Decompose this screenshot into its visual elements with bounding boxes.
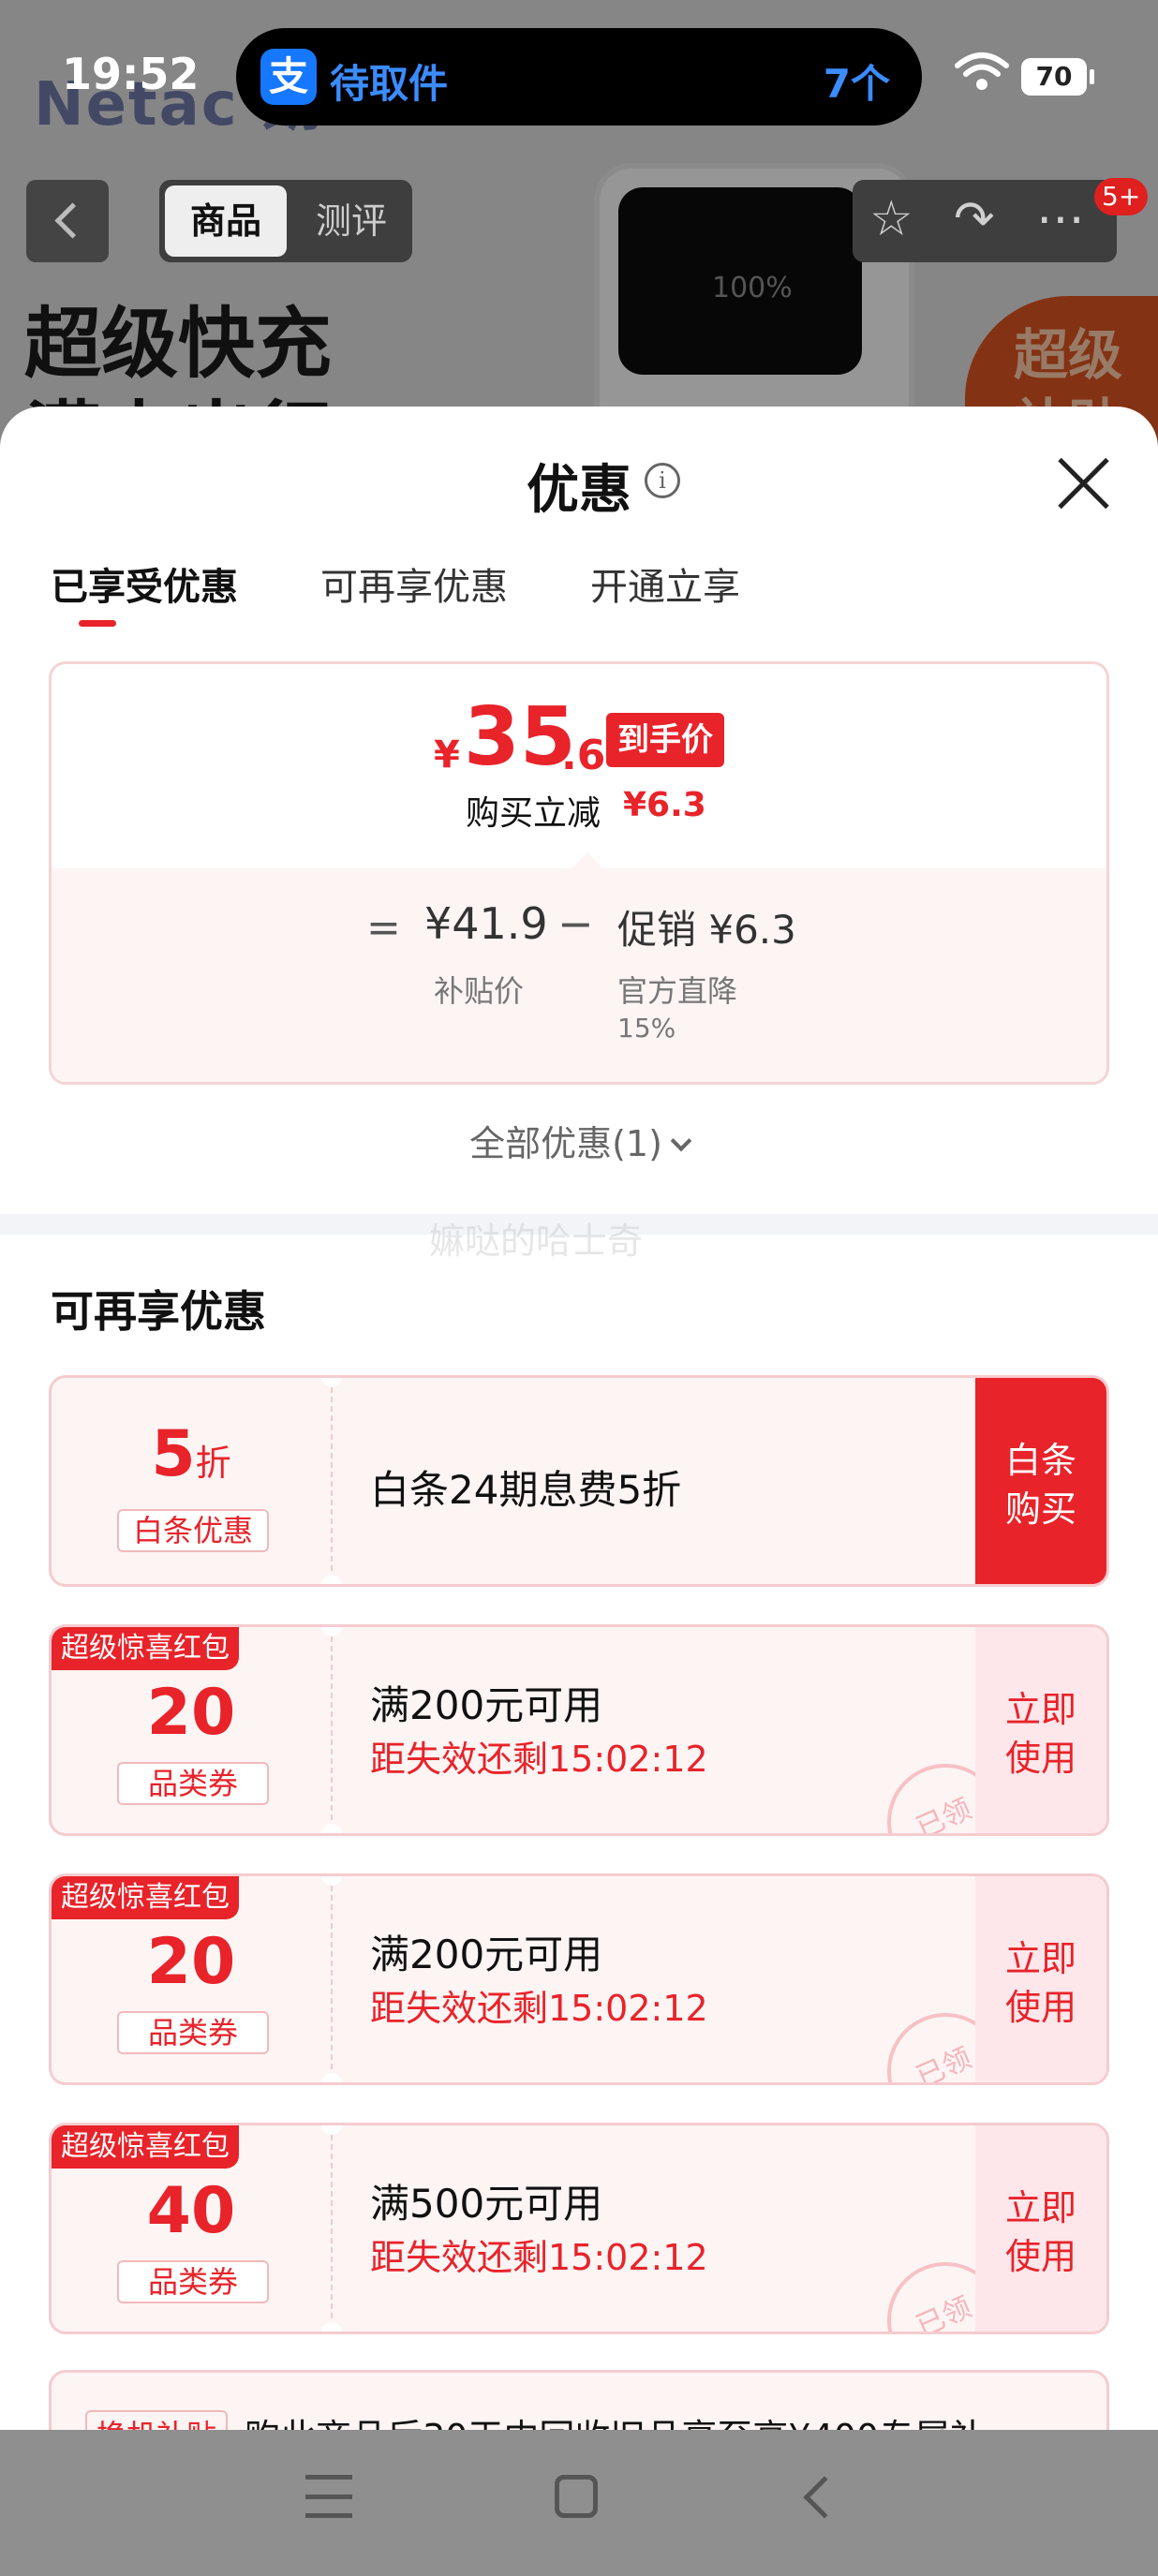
coupon-divider: [331, 1876, 333, 2082]
alipay-icon: 支: [260, 49, 317, 105]
island-count: 7个: [823, 61, 890, 107]
back-icon[interactable]: [803, 2476, 846, 2519]
dynamic-island[interactable]: 支 待取件 7个: [236, 28, 922, 126]
coupon-flag: 超级惊喜红包: [52, 1876, 239, 1919]
reduce-amount: ¥6.3: [623, 786, 706, 824]
coupon-timer: 距失效还剩15:02:12: [370, 2237, 708, 2278]
equals-sign: =: [366, 904, 401, 952]
price-currency: ¥: [434, 733, 460, 777]
share-icon[interactable]: ↷: [954, 191, 995, 247]
coupon-amount: 40: [146, 2174, 236, 2248]
close-icon[interactable]: [1055, 455, 1111, 511]
product-tabs[interactable]: 商品 测评: [159, 180, 412, 262]
coupon-notch: [321, 1627, 342, 1636]
baitiao-buy-button[interactable]: 白条购买: [975, 1378, 1106, 1584]
subsidy-price: ¥41.9: [424, 898, 548, 949]
coupon-card: 超级惊喜红包 20 品类券 满200元可用 距失效还剩15:02:12 已领 立…: [49, 1624, 1109, 1836]
battery-indicator: 70: [1021, 58, 1094, 96]
message-badge: 5+: [1094, 178, 1149, 215]
promo-percent: 15%: [617, 1013, 676, 1044]
coupon-divider: [331, 1627, 333, 1833]
coupon-timer: 距失效还剩15:02:12: [370, 1988, 708, 2029]
sheet-title: 优惠: [527, 460, 631, 521]
promo-amount: 促销 ¥6.3: [617, 907, 796, 953]
final-price-decimal: .6: [561, 732, 606, 779]
trade-in-subsidy-card[interactable]: 换机补贴 购此商品后30天内回收旧品享至高¥400专属补: [49, 2370, 1109, 2430]
trade-in-tag: 换机补贴: [85, 2410, 229, 2430]
coupon-notch: [321, 1876, 342, 1886]
promotion-sheet: 优惠 i 已享受优惠 可再享优惠 开通立享 ¥ 35 .6 到手价 购买立减 ¥…: [0, 407, 1158, 2430]
coupon-title: 白条24期息费5折: [370, 1467, 682, 1513]
info-icon[interactable]: i: [645, 463, 680, 498]
coupon-type: 品类券: [117, 2011, 269, 2054]
coupon-title: 满200元可用: [370, 1932, 603, 1977]
coupon-notch: [321, 1575, 342, 1584]
coupon-amount: 20: [146, 1925, 236, 1999]
use-now-button[interactable]: 立即使用: [975, 1627, 1106, 1833]
coupon-divider: [331, 2125, 333, 2332]
more-promos-title: 可再享优惠: [51, 1286, 266, 1337]
coupon-type: 白条优惠: [117, 1509, 269, 1552]
watermark: 嫲哒的哈士奇: [429, 1221, 644, 1262]
reduce-label: 购买立减: [466, 794, 601, 833]
coupon-type: 品类券: [117, 1762, 269, 1805]
back-button[interactable]: [26, 180, 109, 262]
tab-more[interactable]: 可再享优惠: [320, 556, 508, 611]
coupon-amount: 5折: [151, 1417, 231, 1491]
coupon-card: 超级惊喜红包 20 品类券 满200元可用 距失效还剩15:02:12 已领 立…: [49, 1873, 1109, 2085]
tab-activate[interactable]: 开通立享: [590, 556, 740, 611]
all-promos-toggle[interactable]: 全部优惠(1): [0, 1115, 1158, 1166]
coupon-flag: 超级惊喜红包: [52, 2125, 239, 2169]
coupon-amount: 20: [146, 1676, 236, 1750]
all-promos-label: 全部优惠(1): [469, 1123, 662, 1164]
coupon-flag: 超级惊喜红包: [52, 1627, 239, 1670]
trade-in-text: 购此商品后30天内回收旧品享至高¥400专属补: [245, 2408, 986, 2430]
chevron-down-icon: [670, 1130, 692, 1152]
subsidy-price-label: 补贴价: [434, 973, 525, 1009]
coupon-baitiao[interactable]: 5折 白条优惠 白条24期息费5折 白条购买: [49, 1375, 1109, 1587]
tab-review[interactable]: 测评: [300, 185, 403, 257]
coupon-divider: [331, 1378, 333, 1584]
status-time: 19:52: [62, 49, 200, 99]
coupon-card: 超级惊喜红包 40 品类券 满500元可用 距失效还剩15:02:12 已领 立…: [49, 2123, 1109, 2334]
tab-enjoyed[interactable]: 已享受优惠: [51, 556, 238, 611]
tab-product[interactable]: 商品: [165, 185, 287, 257]
coupon-notch: [321, 1378, 342, 1387]
menu-icon[interactable]: [305, 2475, 352, 2518]
price-card: ¥ 35 .6 到手价 购买立减 ¥6.3 = ¥41.9 − 促销 ¥6.3 …: [49, 661, 1109, 1085]
coupon-notch: [321, 2322, 342, 2332]
coupon-type: 品类券: [117, 2260, 269, 2303]
final-price-tag: 到手价: [606, 713, 724, 767]
coupon-notch: [321, 2073, 342, 2082]
active-tab-indicator: [79, 620, 116, 627]
system-navigation-bar: [0, 2430, 1158, 2576]
star-icon[interactable]: ☆: [869, 191, 913, 247]
island-label: 待取件: [330, 61, 449, 107]
use-now-button[interactable]: 立即使用: [975, 1876, 1106, 2082]
coupon-title: 满500元可用: [370, 2181, 603, 2227]
use-now-button[interactable]: 立即使用: [975, 2125, 1106, 2332]
toolbar: ☆ ↷ ⋯: [853, 180, 1117, 262]
coupon-timer: 距失效还剩15:02:12: [370, 1739, 708, 1780]
coupon-title: 满200元可用: [370, 1682, 603, 1728]
promo-label: 官方直降: [617, 973, 738, 1009]
home-icon[interactable]: [555, 2475, 598, 2518]
wifi-icon: [955, 52, 1009, 90]
coupon-notch: [321, 1824, 342, 1833]
minus-sign: −: [557, 898, 594, 949]
coupon-notch: [321, 2125, 342, 2135]
final-price-integer: 35: [464, 690, 576, 784]
more-icon[interactable]: ⋯: [1036, 191, 1085, 247]
